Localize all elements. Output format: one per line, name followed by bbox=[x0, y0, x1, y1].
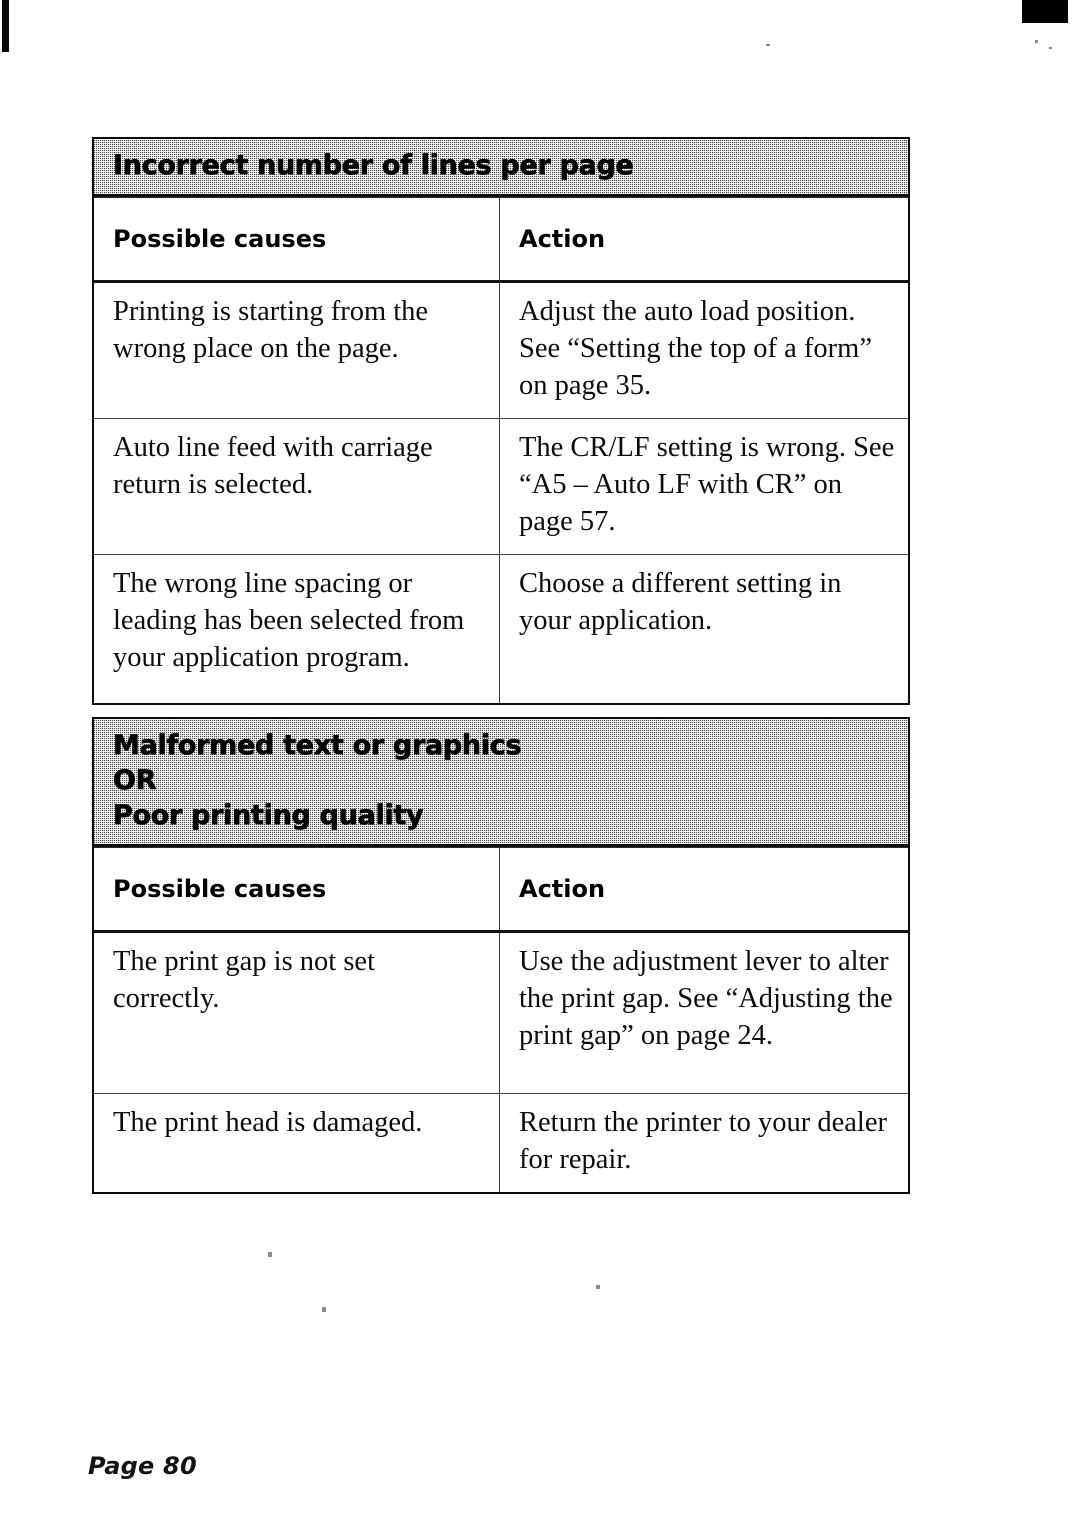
table-cell-action: The CR/LF setting is wrong. See “A5 – Au… bbox=[500, 419, 908, 554]
action-text: The CR/LF setting is wrong. See “A5 – Au… bbox=[519, 432, 895, 537]
cause-text: The print gap is not set correctly. bbox=[113, 946, 375, 1014]
table-cell-action: Use the adjustment lever to alter the pr… bbox=[500, 933, 908, 1093]
cause-text: The wrong line spacing or leading has be… bbox=[113, 568, 465, 673]
table-cell-action: Choose a different setting in your appli… bbox=[500, 555, 908, 703]
table-2-banner-line: OR bbox=[113, 765, 157, 797]
scan-speck bbox=[766, 44, 770, 46]
scan-artifact-left-edge bbox=[2, 0, 9, 52]
table-1-column-header-action: Action bbox=[519, 225, 606, 253]
troubleshooting-table-malformed-text-or-poor-quality: Malformed text or graphics OR Poor print… bbox=[92, 717, 910, 1194]
table-cell-cause: The wrong line spacing or leading has be… bbox=[94, 555, 500, 703]
table-row: The wrong line spacing or leading has be… bbox=[94, 555, 908, 703]
table-1-column-header-row: Possible causes Action bbox=[94, 197, 908, 283]
scan-speck bbox=[1035, 40, 1038, 43]
action-text: Use the adjustment lever to alter the pr… bbox=[519, 946, 893, 1051]
table-row: Printing is starting from the wrong plac… bbox=[94, 283, 908, 419]
table-cell-action: Adjust the auto load position. See “Sett… bbox=[500, 283, 908, 418]
scan-speck bbox=[268, 1252, 272, 1257]
document-page: Incorrect number of lines per page Possi… bbox=[0, 0, 1080, 1533]
table-2-column-header-row: Possible causes Action bbox=[94, 847, 908, 933]
scan-speck bbox=[596, 1285, 600, 1289]
table-row: The print head is damaged. Return the pr… bbox=[94, 1094, 908, 1192]
table-cell-cause: The print head is damaged. bbox=[94, 1094, 500, 1192]
table-1-column-header-possible-causes: Possible causes bbox=[94, 198, 500, 280]
cause-text: Printing is starting from the wrong plac… bbox=[113, 296, 429, 364]
table-2-banner-line: Poor printing quality bbox=[113, 800, 424, 832]
table-2-banner-line: Malformed text or graphics bbox=[113, 730, 522, 762]
table-cell-cause: Auto line feed with carriage return is s… bbox=[94, 419, 500, 554]
action-text: Choose a different setting in your appli… bbox=[519, 568, 842, 636]
table-2-column-header-possible-causes: Possible causes bbox=[94, 848, 500, 930]
scan-artifact-top-right bbox=[1022, 0, 1068, 23]
page-number-footer: Page 80 bbox=[88, 1452, 197, 1480]
action-text: Adjust the auto load position. See “Sett… bbox=[519, 296, 872, 401]
table-2-banner: Malformed text or graphics OR Poor print… bbox=[94, 719, 908, 847]
table-2-column-header-action: Action bbox=[519, 875, 606, 903]
table-cell-action: Return the printer to your dealer for re… bbox=[500, 1094, 908, 1192]
table-cell-cause: The print gap is not set correctly. bbox=[94, 933, 500, 1093]
cause-text: The print head is damaged. bbox=[113, 1107, 423, 1138]
table-cell-cause: Printing is starting from the wrong plac… bbox=[94, 283, 500, 418]
cause-text: Auto line feed with carriage return is s… bbox=[113, 432, 433, 500]
action-text: Return the printer to your dealer for re… bbox=[519, 1107, 887, 1175]
scan-speck bbox=[322, 1307, 326, 1312]
table-row: Auto line feed with carriage return is s… bbox=[94, 419, 908, 555]
table-1-banner: Incorrect number of lines per page bbox=[94, 139, 908, 197]
table-1-banner-line: Incorrect number of lines per page bbox=[113, 150, 635, 182]
scan-speck bbox=[1049, 47, 1052, 49]
table-row: The print gap is not set correctly. Use … bbox=[94, 933, 908, 1094]
troubleshooting-table-incorrect-lines-per-page: Incorrect number of lines per page Possi… bbox=[92, 137, 910, 705]
